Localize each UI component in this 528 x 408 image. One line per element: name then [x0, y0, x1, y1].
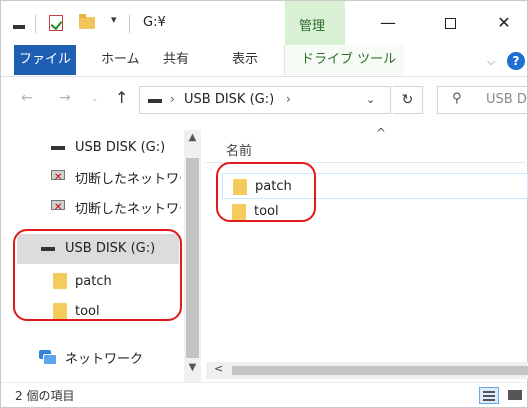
tab-manage[interactable]: 管理: [285, 1, 345, 45]
forward-button[interactable]: →: [59, 90, 71, 106]
tab-file[interactable]: ファイル: [14, 45, 76, 75]
maximize-button[interactable]: [435, 9, 465, 37]
disconnected-drive-icon: [51, 170, 65, 183]
breadcrumb-separator[interactable]: ›: [170, 92, 175, 106]
refresh-button[interactable]: ↻: [393, 86, 423, 114]
nav-item-network-drive[interactable]: 切断したネットワーク: [1, 162, 181, 190]
details-view-button[interactable]: [479, 387, 499, 404]
annotation-circle: [216, 162, 316, 222]
ribbon-tabs: ファイル ホーム 共有 表示 ドライブ ツール ⌵ ?: [1, 45, 527, 77]
divider: [35, 15, 36, 33]
disconnected-drive-icon: [51, 200, 65, 213]
back-button[interactable]: ←: [21, 90, 33, 106]
help-icon[interactable]: ?: [507, 52, 525, 70]
nav-item-network-drive[interactable]: 切断したネットワーク: [1, 192, 181, 220]
annotation-circle: [13, 229, 182, 321]
search-input[interactable]: ⚲ USB D: [437, 86, 528, 114]
nav-item-label: 切断したネットワーク: [75, 172, 181, 187]
up-button[interactable]: ↑: [115, 88, 128, 107]
drive-icon: [13, 25, 25, 29]
breadcrumb-separator[interactable]: ›: [286, 92, 291, 106]
tab-view[interactable]: 表示: [232, 45, 258, 75]
scroll-down-button[interactable]: ▼: [184, 362, 201, 373]
address-bar[interactable]: › USB DISK (G:) › ⌄: [139, 86, 391, 114]
tab-manage-label: 管理: [299, 19, 326, 34]
chevron-down-icon[interactable]: ⌵: [487, 55, 495, 69]
drive-icon: [51, 146, 65, 150]
window-title: G:¥: [143, 15, 166, 30]
scrollbar-thumb[interactable]: [232, 366, 528, 375]
status-bar: 2 個の項目: [1, 382, 527, 407]
recent-locations-button[interactable]: ⌄: [91, 94, 99, 104]
column-header-name[interactable]: 名前: [226, 140, 252, 159]
properties-icon[interactable]: [49, 15, 63, 31]
large-icons-view-button[interactable]: [505, 387, 525, 404]
tab-drive-tools[interactable]: ドライブ ツール: [284, 45, 404, 75]
file-list-pane: [206, 120, 528, 380]
quick-access-dropdown[interactable]: ▾: [111, 13, 117, 26]
search-icon: ⚲: [452, 91, 462, 106]
tab-home[interactable]: ホーム: [101, 45, 140, 75]
nav-item-network[interactable]: ネットワーク: [1, 342, 181, 370]
nav-item-label: 切断したネットワーク: [75, 202, 181, 217]
scroll-up-button[interactable]: ▲: [184, 132, 201, 143]
breadcrumb-usb-disk[interactable]: USB DISK (G:): [184, 92, 274, 107]
scroll-left-button[interactable]: <: [214, 362, 223, 375]
minimize-button[interactable]: —: [373, 9, 403, 37]
address-dropdown-button[interactable]: ⌄: [366, 93, 375, 106]
search-placeholder: USB D: [486, 92, 527, 107]
close-button[interactable]: ✕: [489, 9, 519, 37]
drive-icon: [148, 99, 162, 103]
nav-item-label: ネットワーク: [65, 352, 144, 367]
sort-indicator-icon: ^: [376, 126, 387, 140]
divider: [129, 15, 130, 33]
scrollbar-thumb[interactable]: [186, 158, 199, 358]
navigation-bar: ← → ⌄ ↑ › USB DISK (G:) › ⌄ ↻ ⚲ USB D: [1, 78, 528, 118]
maximize-icon: [444, 18, 456, 29]
nav-item-usb-disk[interactable]: USB DISK (G:): [1, 134, 181, 162]
network-icon: [39, 350, 57, 365]
nav-item-label: USB DISK (G:): [75, 140, 166, 155]
title-bar: ▾ G:¥ 管理 — ✕: [1, 1, 527, 45]
new-folder-icon[interactable]: [79, 14, 95, 29]
item-count: 2 個の項目: [15, 389, 75, 403]
tab-share[interactable]: 共有: [163, 45, 189, 75]
